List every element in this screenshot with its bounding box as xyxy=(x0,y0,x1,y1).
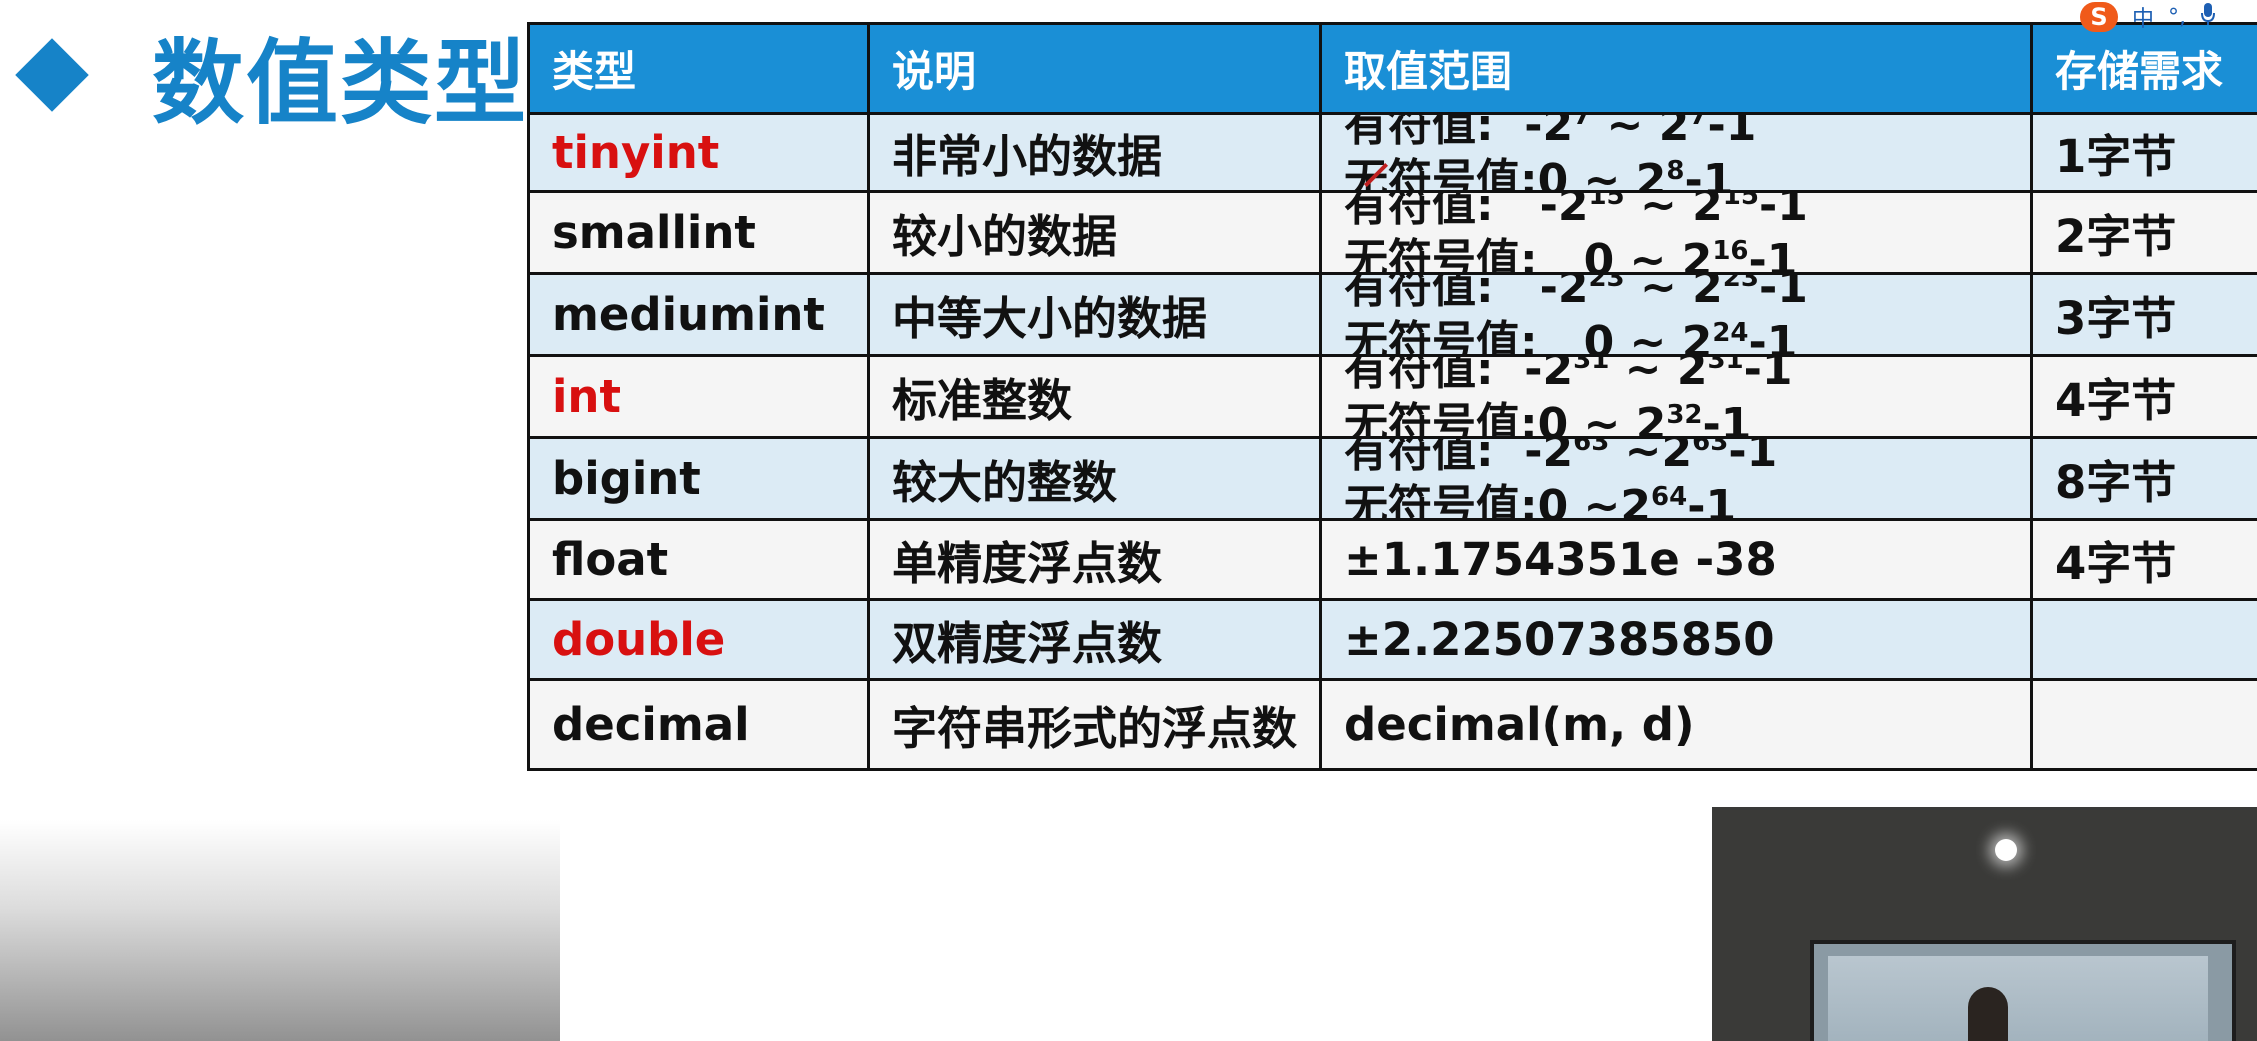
header-storage: 存储需求 xyxy=(2033,25,2257,115)
ime-punctuation-toggle[interactable]: °, xyxy=(2168,5,2186,30)
description-cell: 中等大小的数据 xyxy=(870,275,1322,357)
range-cell: 有符值: -231 ~ 231-1 无符号值:0 ~ 232-1 xyxy=(1322,357,2033,439)
signed-range: 有符值: -215 ~ 215-1 xyxy=(1344,193,1808,231)
table-header-row: 类型 说明 取值范围 存储需求 xyxy=(530,25,2257,115)
bottom-vignette xyxy=(0,820,560,1041)
unsigned-range: 无符号值:0 ~ 232-1 xyxy=(1344,398,1752,439)
range-cell: 有符值: -263 ~263-1 无符号值:0 ~264-1 xyxy=(1322,439,2033,521)
table-row: mediumint 中等大小的数据 有符值: -223 ~ 223-1 无符号值… xyxy=(530,275,2257,357)
signed-range: 有符值: -263 ~263-1 xyxy=(1344,439,1778,477)
signed-range: 有符值: -231 ~ 231-1 xyxy=(1344,357,1793,395)
description-cell: 单精度浮点数 xyxy=(870,521,1322,601)
type-cell: smallint xyxy=(530,193,870,275)
table-row: int 标准整数 有符值: -231 ~ 231-1 无符号值:0 ~ 232-… xyxy=(530,357,2257,439)
storage-cell: 8字节 xyxy=(2033,439,2257,521)
presenter xyxy=(1968,987,2008,1041)
ceiling-light xyxy=(1995,839,2017,861)
unsigned-range: 无符号值:0 ~264-1 xyxy=(1344,480,1737,521)
range-cell: 有符值: -215 ~ 215-1 无符号值: 0 ~ 216-1 xyxy=(1322,193,2033,275)
unsigned-range: 无符号值: 0 ~ 224-1 xyxy=(1344,316,1798,357)
storage-cell: 4字节 xyxy=(2033,357,2257,439)
type-cell: bigint xyxy=(530,439,870,521)
storage-cell: 2字节 xyxy=(2033,193,2257,275)
type-cell: tinyint xyxy=(530,115,870,193)
table-row: float 单精度浮点数 ±1.1754351e -38 4字节 xyxy=(530,521,2257,601)
projector-screen xyxy=(1810,940,2236,1041)
sogou-logo-icon[interactable]: S xyxy=(2080,2,2118,32)
description-cell: 较大的整数 xyxy=(870,439,1322,521)
unsigned-range: 无符号值: 0 ~ 216-1 xyxy=(1344,234,1798,275)
range-cell: decimal(m, d) xyxy=(1322,681,2033,771)
signed-range: 有符值: -27 ~ 27-1 xyxy=(1344,115,1757,151)
table-row: tinyint 非常小的数据 有符值: -27 ~ 27-1 无符号值:0 ~ … xyxy=(530,115,2257,193)
numeric-types-table: 类型 说明 取值范围 存储需求 tinyint 非常小的数据 有符值: -27 … xyxy=(527,22,2257,771)
slide-title: 数值类型 xyxy=(12,20,528,137)
range-cell: ±2.22507385850 xyxy=(1322,601,2033,681)
ime-mode-toggle[interactable]: 中 xyxy=(2132,1,2154,33)
type-cell: double xyxy=(530,601,870,681)
storage-cell xyxy=(2033,601,2257,681)
description-cell: 字符串形式的浮点数 xyxy=(870,681,1322,771)
microphone-icon[interactable] xyxy=(2200,2,2216,32)
header-type: 类型 xyxy=(530,25,870,115)
storage-cell: 1字节 xyxy=(2033,115,2257,193)
table-row: smallint 较小的数据 有符值: -215 ~ 215-1 无符号值: 0… xyxy=(530,193,2257,275)
signed-range: 有符值: -223 ~ 223-1 xyxy=(1344,275,1808,313)
page-title: 数值类型 xyxy=(152,29,529,137)
description-cell: 较小的数据 xyxy=(870,193,1322,275)
table-row: decimal 字符串形式的浮点数 decimal(m, d) xyxy=(530,681,2257,771)
ime-tray[interactable]: S 中 °, xyxy=(2080,0,2257,34)
header-range: 取值范围 xyxy=(1322,25,2033,115)
description-cell: 双精度浮点数 xyxy=(870,601,1322,681)
type-cell: int xyxy=(530,357,870,439)
storage-cell: 3字节 xyxy=(2033,275,2257,357)
type-cell: float xyxy=(530,521,870,601)
type-cell: decimal xyxy=(530,681,870,771)
table-row: bigint 较大的整数 有符值: -263 ~263-1 无符号值:0 ~26… xyxy=(530,439,2257,521)
range-cell: 有符值: -27 ~ 27-1 无符号值:0 ~ 28-1 xyxy=(1322,115,2033,193)
header-description: 说明 xyxy=(870,25,1322,115)
type-cell: mediumint xyxy=(530,275,870,357)
unsigned-range: 无符号值:0 ~ 28-1 xyxy=(1344,154,1734,193)
storage-cell: 4字节 xyxy=(2033,521,2257,601)
diamond-bullet-icon xyxy=(15,38,89,112)
range-cell: 有符值: -223 ~ 223-1 无符号值: 0 ~ 224-1 xyxy=(1322,275,2033,357)
description-cell: 标准整数 xyxy=(870,357,1322,439)
table-row: double 双精度浮点数 ±2.22507385850 xyxy=(530,601,2257,681)
webcam-overlay xyxy=(1712,807,2257,1041)
description-cell: 非常小的数据 xyxy=(870,115,1322,193)
range-cell: ±1.1754351e -38 xyxy=(1322,521,2033,601)
storage-cell xyxy=(2033,681,2257,771)
